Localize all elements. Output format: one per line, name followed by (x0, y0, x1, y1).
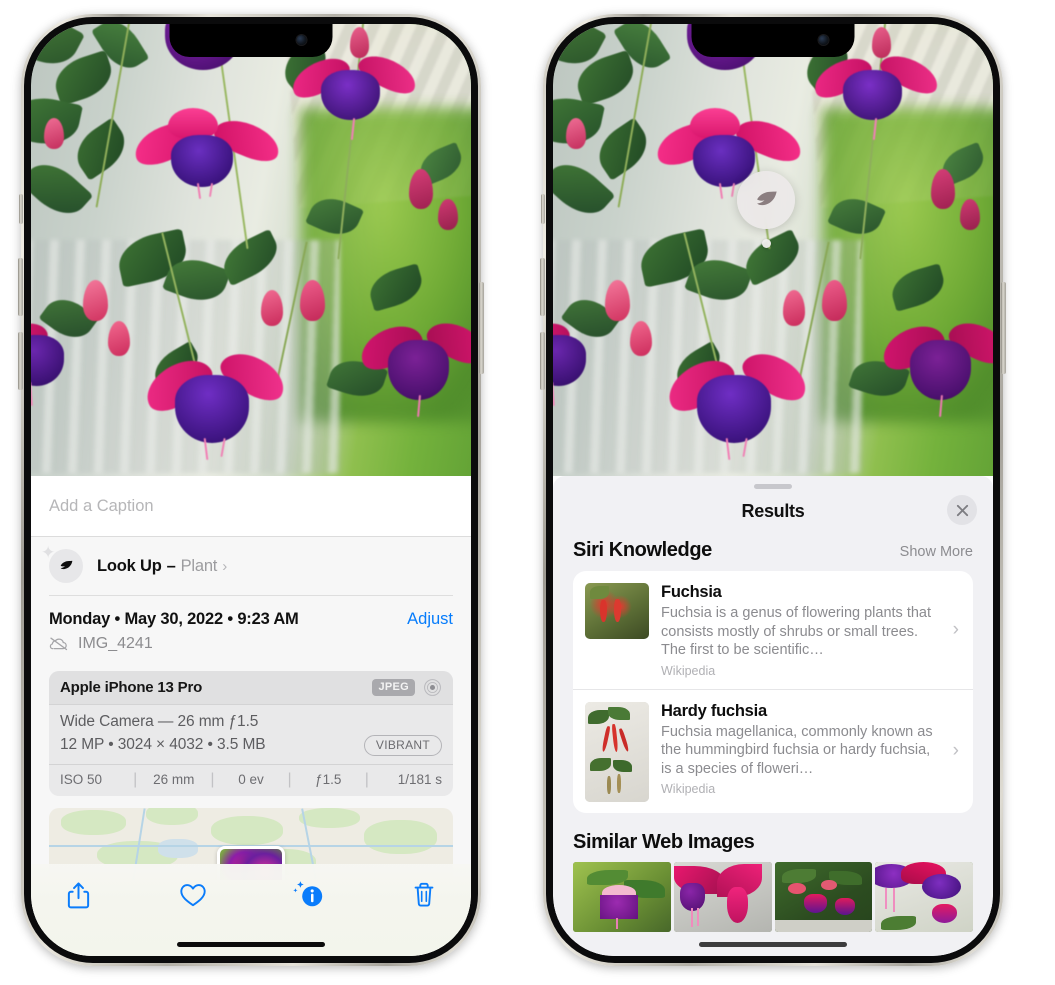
knowledge-text: Hardy fuchsia Fuchsia magellanica, commo… (661, 702, 961, 802)
exif-row: ISO 50 | 26 mm | 0 ev | ƒ1.5 | 1/181 s (49, 763, 453, 796)
volume-up-button[interactable] (540, 258, 545, 316)
look-up-separator: – (166, 556, 176, 575)
volume-down-button[interactable] (18, 332, 23, 390)
info-sparkle-icon (292, 881, 322, 907)
results-header: Results (553, 489, 993, 533)
camera-model: Apple iPhone 13 Pro (60, 678, 203, 696)
siri-knowledge-card: Fuchsia Fuchsia is a genus of flowering … (573, 571, 973, 813)
exif-ev: 0 ev (238, 772, 264, 787)
knowledge-source: Wikipedia (661, 663, 716, 678)
date-block: Monday • May 30, 2022 • 9:23 AM Adjust I… (31, 596, 471, 657)
front-camera (296, 35, 307, 45)
close-icon (956, 504, 968, 516)
leaf-icon: ✦ (41, 544, 83, 583)
volume-up-button[interactable] (18, 258, 23, 316)
photo-canvas (31, 24, 471, 476)
exif-aperture: ƒ1.5 (315, 772, 342, 787)
web-image-tile[interactable] (573, 861, 671, 932)
front-camera (818, 35, 829, 45)
hdr-aperture-icon (424, 678, 441, 696)
knowledge-title: Hardy fuchsia (661, 701, 767, 720)
knowledge-title: Fuchsia (661, 583, 722, 601)
chevron-right-icon: › (222, 557, 227, 575)
share-button[interactable] (61, 878, 95, 912)
info-button[interactable] (292, 878, 326, 912)
sparkle-icon: ✦ (41, 543, 56, 562)
results-title: Results (741, 500, 805, 521)
web-image-tile[interactable] (875, 861, 973, 932)
camera-lens: Wide Camera — 26 mm ƒ1.5 (60, 712, 259, 730)
adjust-button[interactable]: Adjust (407, 610, 453, 629)
volume-down-button[interactable] (540, 332, 545, 390)
heart-icon (180, 884, 206, 907)
results-sheet: Results Siri Knowledge Show More Fuchsia… (553, 476, 993, 956)
look-up-row[interactable]: ✦ Look Up – Plant › (31, 537, 471, 595)
left-phone-device: Add a Caption ✦ Look Up – Plant › Monday… (18, 14, 484, 966)
web-image-tile[interactable] (673, 861, 772, 932)
exif-focal: 26 mm (153, 772, 195, 787)
web-image-tile[interactable] (774, 861, 873, 932)
visual-look-up-anchor-dot (761, 239, 771, 248)
favorite-button[interactable] (176, 878, 210, 912)
camera-specs: 12 MP • 3024 × 4032 • 3.5 MB (60, 736, 266, 753)
notch (169, 24, 333, 57)
right-phone-device: Results Siri Knowledge Show More Fuchsia… (540, 14, 1006, 966)
cloud-slash-icon (49, 637, 68, 651)
siri-knowledge-title: Siri Knowledge (573, 539, 712, 561)
leaf-icon (737, 171, 795, 229)
camera-card-body: Wide Camera — 26 mm ƒ1.5 12 MP • 3024 × … (49, 705, 453, 764)
look-up-label: Look Up (97, 556, 162, 575)
siri-knowledge-header: Siri Knowledge Show More (553, 533, 993, 571)
photo-viewer[interactable] (31, 24, 471, 476)
silence-switch[interactable] (541, 194, 545, 224)
knowledge-description: Fuchsia magellanica, commonly known as t… (661, 723, 933, 777)
close-button[interactable] (947, 495, 977, 525)
notch (691, 24, 855, 57)
similar-web-images-grid (553, 861, 993, 932)
knowledge-text: Fuchsia Fuchsia is a genus of flowering … (661, 583, 961, 678)
phone-bezel: Results Siri Knowledge Show More Fuchsia… (553, 24, 993, 956)
knowledge-description: Fuchsia is a genus of flowering plants t… (661, 605, 932, 659)
photographic-style-badge: VIBRANT (363, 734, 442, 756)
right-screen: Results Siri Knowledge Show More Fuchsia… (553, 24, 993, 956)
look-up-subject: Plant (180, 556, 218, 575)
delete-button[interactable] (407, 878, 441, 912)
chevron-right-icon: › (952, 740, 959, 762)
hardy-fuchsia-thumbnail (585, 701, 649, 802)
photo-canvas (553, 24, 993, 476)
photo-info-sheet: Add a Caption ✦ Look Up – Plant › Monday… (31, 476, 471, 956)
camera-card-header: Apple iPhone 13 Pro JPEG (49, 670, 453, 705)
knowledge-row[interactable]: Hardy fuchsia Fuchsia magellanica, commo… (573, 688, 973, 813)
exif-shutter: 1/181 s (397, 772, 443, 787)
photo-viewer[interactable] (553, 24, 993, 476)
chevron-right-icon: › (952, 618, 959, 640)
file-row: IMG_4241 (49, 635, 453, 653)
home-indicator[interactable] (177, 942, 325, 947)
home-indicator[interactable] (699, 942, 847, 947)
knowledge-row[interactable]: Fuchsia Fuchsia is a genus of flowering … (573, 571, 973, 689)
knowledge-source: Wikipedia (661, 782, 716, 797)
file-name: IMG_4241 (78, 634, 153, 652)
side-power-button[interactable] (1001, 282, 1006, 374)
caption-input[interactable]: Add a Caption (49, 497, 154, 516)
date-text: Monday • May 30, 2022 • 9:23 AM (49, 609, 299, 628)
similar-web-images-header: Similar Web Images (553, 813, 993, 862)
visual-look-up-badge[interactable] (737, 171, 795, 248)
format-badge: JPEG (372, 678, 415, 696)
caption-row[interactable]: Add a Caption (31, 476, 471, 537)
share-icon (67, 882, 89, 908)
silence-switch[interactable] (19, 194, 23, 224)
exif-iso: ISO 50 (60, 772, 103, 787)
phone-bezel: Add a Caption ✦ Look Up – Plant › Monday… (31, 24, 471, 956)
trash-icon (414, 882, 434, 907)
camera-specs-row: 12 MP • 3024 × 4032 • 3.5 MB VIBRANT (60, 734, 442, 756)
fuchsia-thumbnail (585, 583, 649, 639)
look-up-label-group: Look Up – Plant › (97, 557, 227, 576)
side-power-button[interactable] (479, 282, 484, 374)
show-more-button[interactable]: Show More (900, 544, 973, 560)
left-screen: Add a Caption ✦ Look Up – Plant › Monday… (31, 24, 471, 956)
similar-web-images-title: Similar Web Images (573, 830, 755, 853)
camera-metadata-card: Apple iPhone 13 Pro JPEG Wide Camera — 2… (49, 670, 453, 796)
